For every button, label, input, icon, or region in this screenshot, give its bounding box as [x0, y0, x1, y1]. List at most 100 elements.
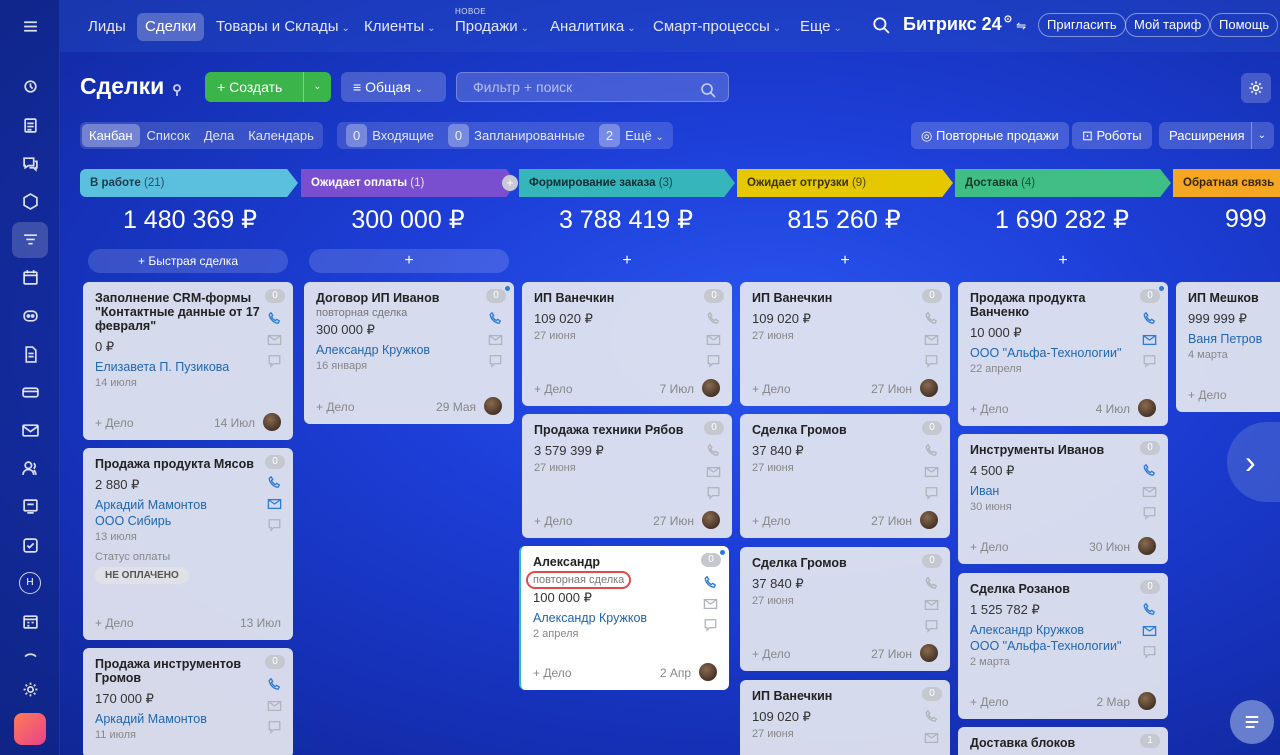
nav-clients[interactable]: Клиенты ⌄	[356, 13, 444, 41]
invite-button[interactable]: Пригласить	[1038, 13, 1126, 37]
deal-card[interactable]: 1 Доставка блоков	[958, 727, 1168, 755]
mail-icon[interactable]	[267, 699, 283, 713]
nav-deals[interactable]: Сделки	[137, 13, 205, 41]
filter-search[interactable]	[456, 72, 729, 102]
chat-icon[interactable]	[706, 354, 722, 368]
deal-title[interactable]: ИП Ванечкин	[534, 291, 699, 305]
sites-icon[interactable]	[16, 378, 44, 406]
mail-icon[interactable]	[706, 333, 722, 347]
scroll-right-icon[interactable]: ›	[1227, 422, 1280, 502]
avatar[interactable]	[1138, 399, 1156, 417]
mail-icon[interactable]	[924, 333, 940, 347]
stage-header-order-forming[interactable]: Формирование заказа (3)	[519, 169, 735, 197]
nav-more[interactable]: Еще ⌄	[792, 13, 850, 41]
deal-card[interactable]: 0 Договор ИП Иванов повторная сделка 300…	[304, 282, 514, 424]
phone-icon[interactable]	[488, 311, 504, 325]
mail-icon[interactable]	[267, 497, 283, 511]
help-button[interactable]: Помощь	[1210, 13, 1279, 37]
crm-icon[interactable]	[12, 222, 48, 258]
add-stage-icon[interactable]: +	[502, 175, 518, 191]
nav-products[interactable]: Товары и Склады ⌄	[208, 13, 358, 41]
stage-header-delivery[interactable]: Доставка (4)	[955, 169, 1171, 197]
user-avatar-icon[interactable]: Н	[16, 569, 44, 597]
chat-widget-icon[interactable]	[1230, 700, 1274, 744]
contact-link[interactable]: Аркадий Мамонтов	[95, 498, 281, 512]
tariff-button[interactable]: Мой тариф	[1125, 13, 1211, 37]
chat-icon[interactable]	[267, 518, 283, 532]
menu-icon[interactable]	[16, 12, 44, 40]
contact-link[interactable]: Иван	[970, 484, 1156, 498]
add-activity-link[interactable]: + Дело	[534, 514, 573, 528]
settings-icon[interactable]	[16, 675, 44, 703]
chat-icon[interactable]	[1142, 354, 1158, 368]
mail-icon[interactable]	[1142, 485, 1158, 499]
add-activity-link[interactable]: + Дело	[1188, 388, 1227, 402]
deal-card[interactable]: 0 ИП Ванечкин 109 020 ₽ 27 июня	[740, 680, 950, 755]
tasks-icon[interactable]	[16, 531, 44, 559]
robots-button[interactable]: ⊡ Роботы	[1072, 122, 1152, 149]
avatar[interactable]	[1138, 537, 1156, 555]
extensions-button[interactable]: Расширения ⌄	[1159, 122, 1274, 149]
groups-icon[interactable]	[16, 187, 44, 215]
deal-card[interactable]: 0 ИП Ванечкин 109 020 ₽ 27 июня + Дело 7 …	[522, 282, 732, 406]
phone-icon[interactable]	[267, 311, 283, 325]
add-activity-link[interactable]: + Дело	[752, 382, 791, 396]
phone-icon[interactable]	[924, 443, 940, 457]
phone-icon[interactable]	[924, 311, 940, 325]
tab-kanban[interactable]: Канбан	[82, 124, 140, 147]
phone-icon[interactable]	[1142, 311, 1158, 325]
add-activity-link[interactable]: + Дело	[970, 695, 1009, 709]
create-button[interactable]: + Создать ⌄	[205, 72, 331, 102]
deal-title[interactable]: Продажа продукта Ванченко	[970, 291, 1135, 319]
search-icon[interactable]	[700, 79, 716, 107]
nav-analytics[interactable]: Аналитика ⌄	[542, 13, 644, 41]
tab-activities[interactable]: Дела	[197, 124, 241, 147]
avatar[interactable]	[484, 397, 502, 415]
pipeline-select[interactable]: ≡ Общая ⌄	[341, 72, 446, 102]
store-icon[interactable]	[16, 492, 44, 520]
phone-icon[interactable]	[706, 443, 722, 457]
search-icon[interactable]	[872, 16, 890, 37]
rocket-icon[interactable]	[14, 713, 46, 745]
add-activity-link[interactable]: + Дело	[752, 647, 791, 661]
deal-title[interactable]: Продажа техники Рябов	[534, 423, 699, 437]
calendar-icon[interactable]	[16, 263, 44, 291]
stage-header-in-work[interactable]: В работе (21)	[80, 169, 298, 197]
phone-icon[interactable]	[924, 576, 940, 590]
mail-icon[interactable]	[924, 598, 940, 612]
deal-card[interactable]: ИП Мешков 999 999 ₽ Ваня Петров 4 марта …	[1176, 282, 1280, 412]
avatar[interactable]	[702, 379, 720, 397]
employees-icon[interactable]	[16, 454, 44, 482]
chat-icon[interactable]	[488, 354, 504, 368]
add-activity-link[interactable]: + Дело	[95, 416, 134, 430]
stage-header-feedback[interactable]: Обратная связь	[1173, 169, 1280, 197]
docs-icon[interactable]	[16, 340, 44, 368]
phone-icon[interactable]	[703, 575, 719, 589]
deal-card[interactable]: 0 Инструменты Иванов 4 500 ₽ Иван 30 июн…	[958, 434, 1168, 564]
mail-icon[interactable]	[16, 416, 44, 444]
search-input[interactable]	[473, 79, 693, 95]
chat-icon[interactable]	[267, 354, 283, 368]
incoming-counter[interactable]: 0 Входящие	[339, 124, 441, 147]
chat-icon[interactable]	[703, 618, 719, 632]
collapse-icon[interactable]	[16, 640, 44, 668]
deal-card-highlighted[interactable]: 0 Александр повторная сделка 100 000 ₽ А…	[519, 546, 729, 690]
mail-icon[interactable]	[703, 597, 719, 611]
nav-sales[interactable]: Продажи ⌄	[447, 13, 537, 41]
add-deal-button[interactable]: +	[745, 249, 945, 273]
mail-icon[interactable]	[924, 731, 940, 745]
nav-smart-processes[interactable]: Смарт-процессы ⌄	[645, 13, 789, 41]
booking-icon[interactable]	[16, 607, 44, 635]
contact-link[interactable]: Александр Кружков	[970, 623, 1156, 637]
chevron-down-icon[interactable]: ⌄	[1250, 122, 1266, 149]
chat-icon[interactable]	[1142, 506, 1158, 520]
contact-link[interactable]: Александр Кружков	[316, 343, 502, 357]
deal-title[interactable]: Сделка Розанов	[970, 582, 1135, 596]
deal-card[interactable]: 0 ИП Ванечкин 109 020 ₽ 27 июня + Дело 27…	[740, 282, 950, 406]
phone-icon[interactable]	[267, 475, 283, 489]
add-deal-button[interactable]: +	[309, 249, 509, 273]
phone-icon[interactable]	[924, 709, 940, 723]
chevron-down-icon[interactable]: ⌄	[303, 72, 331, 102]
brand-logo[interactable]: Битрикс 24 ⊙ ⇋	[903, 14, 1026, 35]
deal-title[interactable]: ИП Ванечкин	[752, 689, 917, 703]
